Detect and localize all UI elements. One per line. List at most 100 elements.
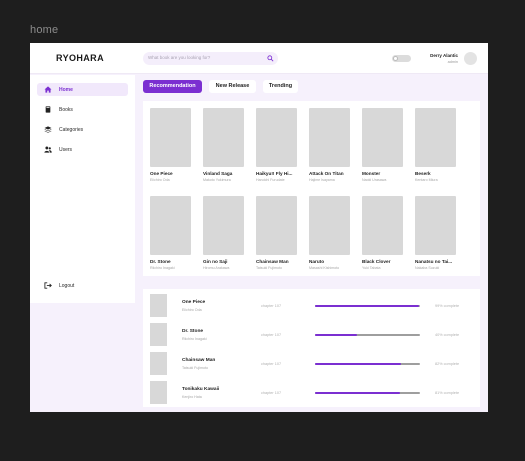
book-author: Hiromu Arakawa: [203, 265, 230, 270]
progress-label: 81% complete: [435, 390, 460, 395]
book-cover[interactable]: [150, 196, 191, 255]
progress-fill: [315, 392, 401, 394]
book-title: Monster: [362, 171, 381, 176]
book-thumbnail[interactable]: [150, 323, 167, 346]
book-cover[interactable]: [256, 108, 297, 167]
book-author: Masashi Kishimoto: [309, 265, 340, 270]
search-icon[interactable]: [267, 54, 274, 63]
book-card[interactable]: Gin no Saji Hiromu Arakawa: [203, 196, 247, 270]
book-author: Eiichiro Oda: [150, 177, 170, 182]
book-card[interactable]: Nanatsu no Tai... Nakaba Suzuki: [415, 196, 459, 270]
user-name: Derry Alantic: [430, 53, 458, 58]
book-cover[interactable]: [203, 108, 244, 167]
book-title: Naruto: [309, 259, 325, 264]
user-role: admin: [447, 60, 458, 64]
book-card[interactable]: Haikyu!! Fly Hi... Haruichi Furudate: [256, 108, 300, 182]
book-title: Beserk: [415, 171, 431, 176]
tab-recommendation[interactable]: Recommendation: [143, 80, 202, 93]
sidebar-item-label: Categories: [59, 126, 84, 133]
book-card[interactable]: Dr. Stone Riichiro Inagaki: [150, 196, 194, 270]
progress-fill: [315, 363, 402, 365]
book-thumbnail[interactable]: [150, 352, 167, 375]
progress-label: 40% complete: [435, 332, 460, 337]
book-icon: [45, 106, 51, 113]
book-author: Tatsuki Fujimoto: [182, 366, 208, 370]
toggle-knob: [393, 56, 398, 61]
tab-new-release[interactable]: New Release: [209, 80, 256, 93]
book-author: Riichiro Inagaki: [182, 337, 207, 341]
book-cover[interactable]: [203, 196, 244, 255]
list-item[interactable]: One Piece Eiichiro Oda chapter 107 99% c…: [143, 291, 480, 320]
book-card[interactable]: Chainsaw Man Tatsuki Fujimoto: [256, 196, 300, 270]
book-title: Chainsaw Man: [256, 259, 289, 264]
avatar[interactable]: [464, 52, 477, 65]
frame-label: home: [30, 24, 59, 36]
search-input[interactable]: What book are you looking for?: [143, 52, 278, 65]
book-author: Haruichi Furudate: [256, 177, 285, 182]
book-title: Vinland Saga: [203, 171, 233, 176]
book-cover[interactable]: [362, 196, 403, 255]
book-title: Black Clover: [362, 259, 391, 264]
top-header: RYOHARA What book are you looking for? D…: [30, 43, 488, 74]
book-title: Dr. Stone: [150, 259, 171, 264]
book-title: Dr. Stone: [182, 329, 204, 334]
theme-toggle[interactable]: [392, 55, 411, 62]
sidebar-item-categories[interactable]: Categories: [37, 123, 128, 136]
book-card[interactable]: Monster Naoki Urasawa: [362, 108, 406, 182]
book-card[interactable]: Naruto Masashi Kishimoto: [309, 196, 353, 270]
book-title: Chainsaw Man: [182, 358, 216, 363]
book-cover[interactable]: [415, 196, 456, 255]
progress-bar: [315, 334, 420, 336]
book-title: Attack On Titan: [309, 171, 344, 176]
sidebar-item-label: Books: [59, 106, 73, 113]
book-cover[interactable]: [415, 108, 456, 167]
list-item[interactable]: Chainsaw Man Tatsuki Fujimoto chapter 10…: [143, 349, 480, 378]
app-logo[interactable]: RYOHARA: [56, 53, 104, 63]
book-author: Makoto Yukimura: [203, 177, 231, 182]
book-author: Kentaro Miura: [415, 177, 438, 182]
book-title: Tonikaku Kawaii: [182, 387, 220, 392]
book-author: Riichiro Inagaki: [150, 265, 175, 270]
book-cover[interactable]: [256, 196, 297, 255]
logout-icon: [44, 282, 52, 289]
recommendation-grid: One Piece Eiichiro Oda Vinland Saga Mako…: [143, 101, 480, 276]
chapter-label: chapter 107: [261, 361, 282, 366]
list-item[interactable]: Dr. Stone Riichiro Inagaki chapter 107 4…: [143, 320, 480, 349]
home-icon: [44, 86, 52, 93]
book-card[interactable]: Black Clover Yuki Tabata: [362, 196, 406, 270]
logout-button[interactable]: Logout: [37, 279, 128, 292]
book-title: One Piece: [182, 300, 206, 305]
progress-label: 82% complete: [435, 361, 460, 366]
users-icon: [44, 146, 52, 153]
logout-label: Logout: [59, 282, 75, 289]
book-author: Tatsuki Fujimoto: [256, 265, 282, 270]
book-cover[interactable]: [309, 108, 350, 167]
book-cover[interactable]: [150, 108, 191, 167]
book-title: Haikyu!! Fly Hi...: [256, 171, 293, 176]
chapter-label: chapter 107: [261, 390, 282, 395]
sidebar-item-books[interactable]: Books: [37, 103, 128, 116]
book-thumbnail[interactable]: [150, 381, 167, 404]
book-card[interactable]: Vinland Saga Makoto Yukimura: [203, 108, 247, 182]
sidebar-item-users[interactable]: Users: [37, 143, 128, 156]
book-cover[interactable]: [362, 108, 403, 167]
book-card[interactable]: Beserk Kentaro Miura: [415, 108, 459, 182]
sidebar-item-home[interactable]: Home: [37, 83, 128, 96]
sidebar-item-label: Users: [59, 146, 73, 153]
chapter-label: chapter 107: [261, 303, 282, 308]
tab-trending[interactable]: Trending: [263, 80, 298, 93]
book-card[interactable]: One Piece Eiichiro Oda: [150, 108, 194, 182]
progress-fill: [315, 305, 419, 307]
book-card[interactable]: Attack On Titan Hajime Isayama: [309, 108, 353, 182]
sidebar-item-label: Home: [59, 86, 73, 93]
book-cover[interactable]: [309, 196, 350, 255]
search-placeholder: What book are you looking for?: [148, 55, 211, 60]
progress-label: 99% complete: [435, 303, 460, 308]
book-thumbnail[interactable]: [150, 294, 167, 317]
progress-bar: [315, 392, 420, 394]
progress-fill: [315, 334, 357, 336]
list-item[interactable]: Tonikaku Kawaii Kenjiro Hata chapter 107…: [143, 378, 480, 407]
layers-icon: [44, 126, 52, 133]
sidebar: Home Books Categories Users Logout: [30, 75, 135, 303]
book-title: One Piece: [150, 171, 173, 176]
